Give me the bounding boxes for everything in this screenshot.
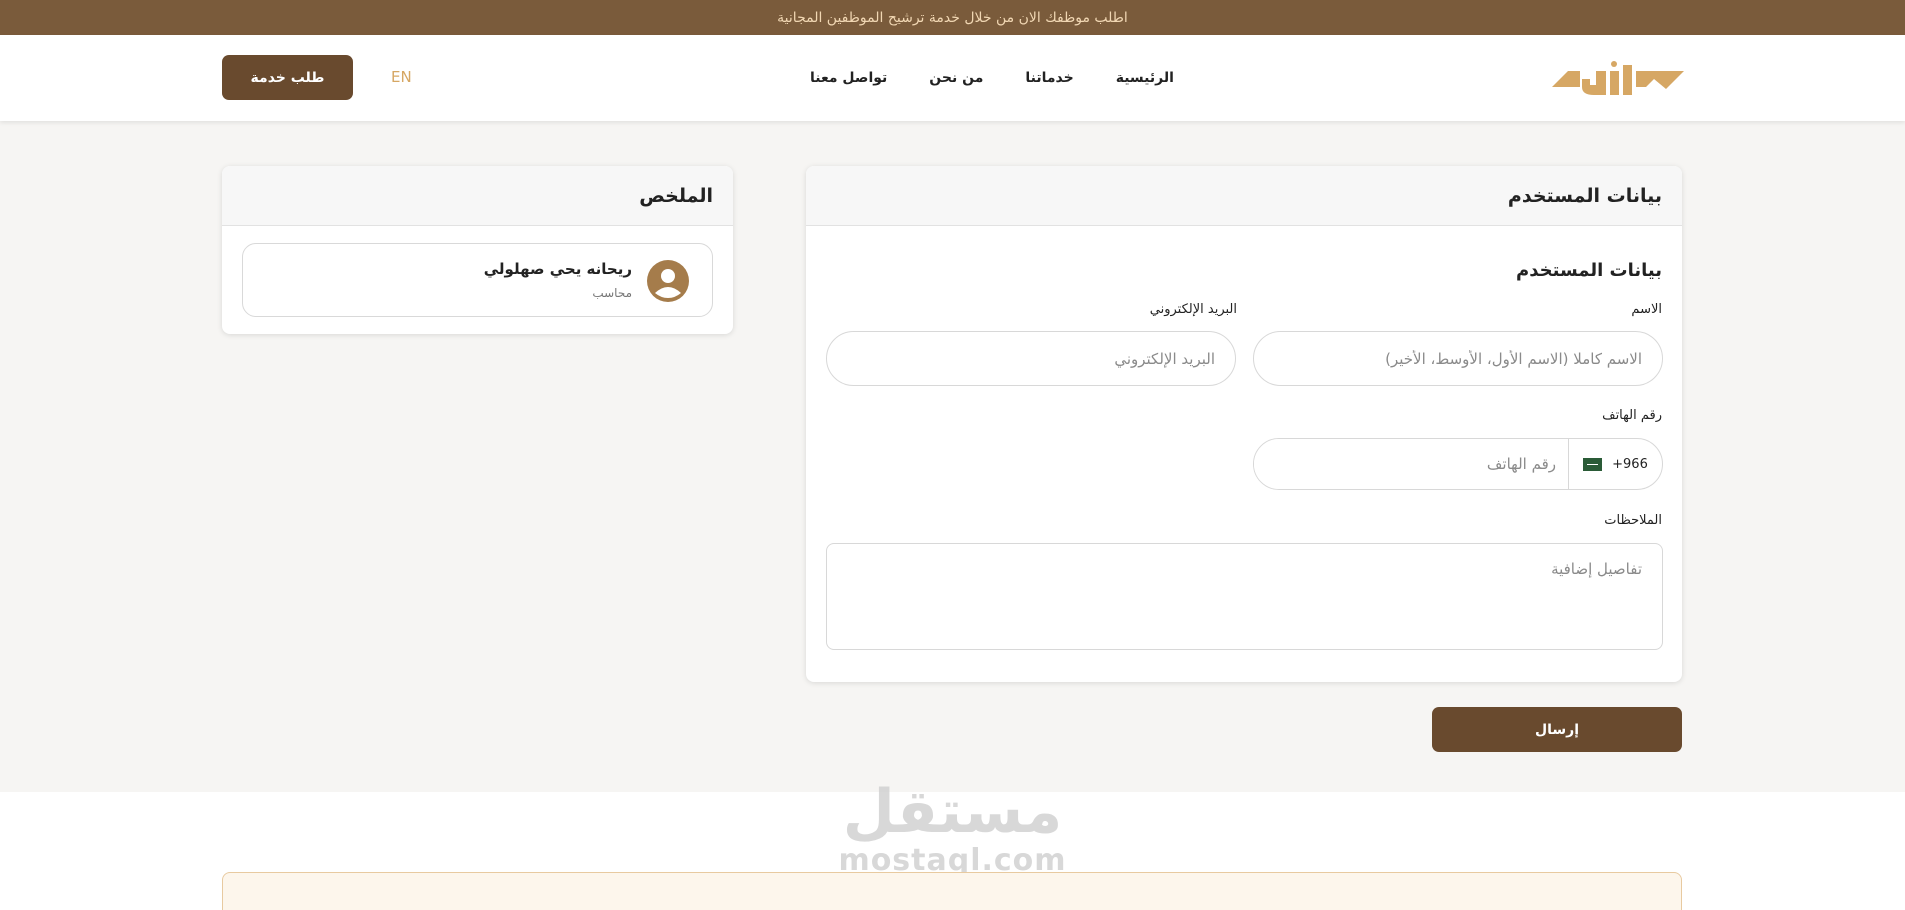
phone-field: +966: [1253, 438, 1663, 490]
notes-textarea[interactable]: [826, 543, 1663, 650]
name-input[interactable]: [1253, 331, 1663, 386]
language-toggle[interactable]: EN: [391, 68, 412, 86]
notes-label: الملاحظات: [1604, 513, 1662, 528]
submit-button[interactable]: إرسال: [1432, 707, 1682, 752]
nav-services[interactable]: خدماتنا: [1025, 70, 1073, 86]
phone-label: رقم الهاتف: [1602, 408, 1662, 423]
email-label: البريد الإلكتروني: [1149, 302, 1237, 317]
phone-input[interactable]: [1254, 439, 1568, 489]
user-role: محاسب: [592, 286, 632, 300]
announcement-bar: اطلب موظفك الان من خلال خدمة ترشيح الموظ…: [0, 0, 1905, 35]
brand-logo-icon[interactable]: [1550, 57, 1684, 97]
nav-about[interactable]: من نحن: [929, 70, 983, 86]
site-header: الرئيسية خدماتنا من نحن تواصل معنا EN طل…: [0, 35, 1905, 121]
nav-contact[interactable]: تواصل معنا: [810, 70, 887, 86]
user-avatar-icon: [647, 260, 689, 302]
email-input[interactable]: [826, 331, 1236, 386]
info-banner: [222, 872, 1682, 910]
summary-user-card: ريحانه يحي صهلولي محاسب: [242, 243, 713, 317]
user-data-card: بيانات المستخدم بيانات المستخدم الاسم ال…: [806, 166, 1682, 682]
request-service-button[interactable]: طلب خدمة: [222, 55, 353, 100]
user-data-card-title: بيانات المستخدم: [806, 166, 1682, 226]
nav-home[interactable]: الرئيسية: [1116, 70, 1174, 86]
summary-title: الملخص: [222, 166, 733, 226]
country-code-select[interactable]: +966: [1568, 439, 1662, 489]
announcement-text: اطلب موظفك الان من خلال خدمة ترشيح الموظ…: [777, 9, 1128, 26]
saudi-flag-icon: [1583, 457, 1603, 471]
user-data-section-title: بيانات المستخدم: [1516, 260, 1662, 281]
main-nav: الرئيسية خدماتنا من نحن تواصل معنا: [810, 35, 1174, 121]
country-code: +966: [1612, 456, 1648, 472]
summary-card: الملخص ريحانه يحي صهلولي محاسب: [222, 166, 733, 334]
user-name: ريحانه يحي صهلولي: [483, 260, 632, 278]
name-label: الاسم: [1631, 302, 1662, 317]
